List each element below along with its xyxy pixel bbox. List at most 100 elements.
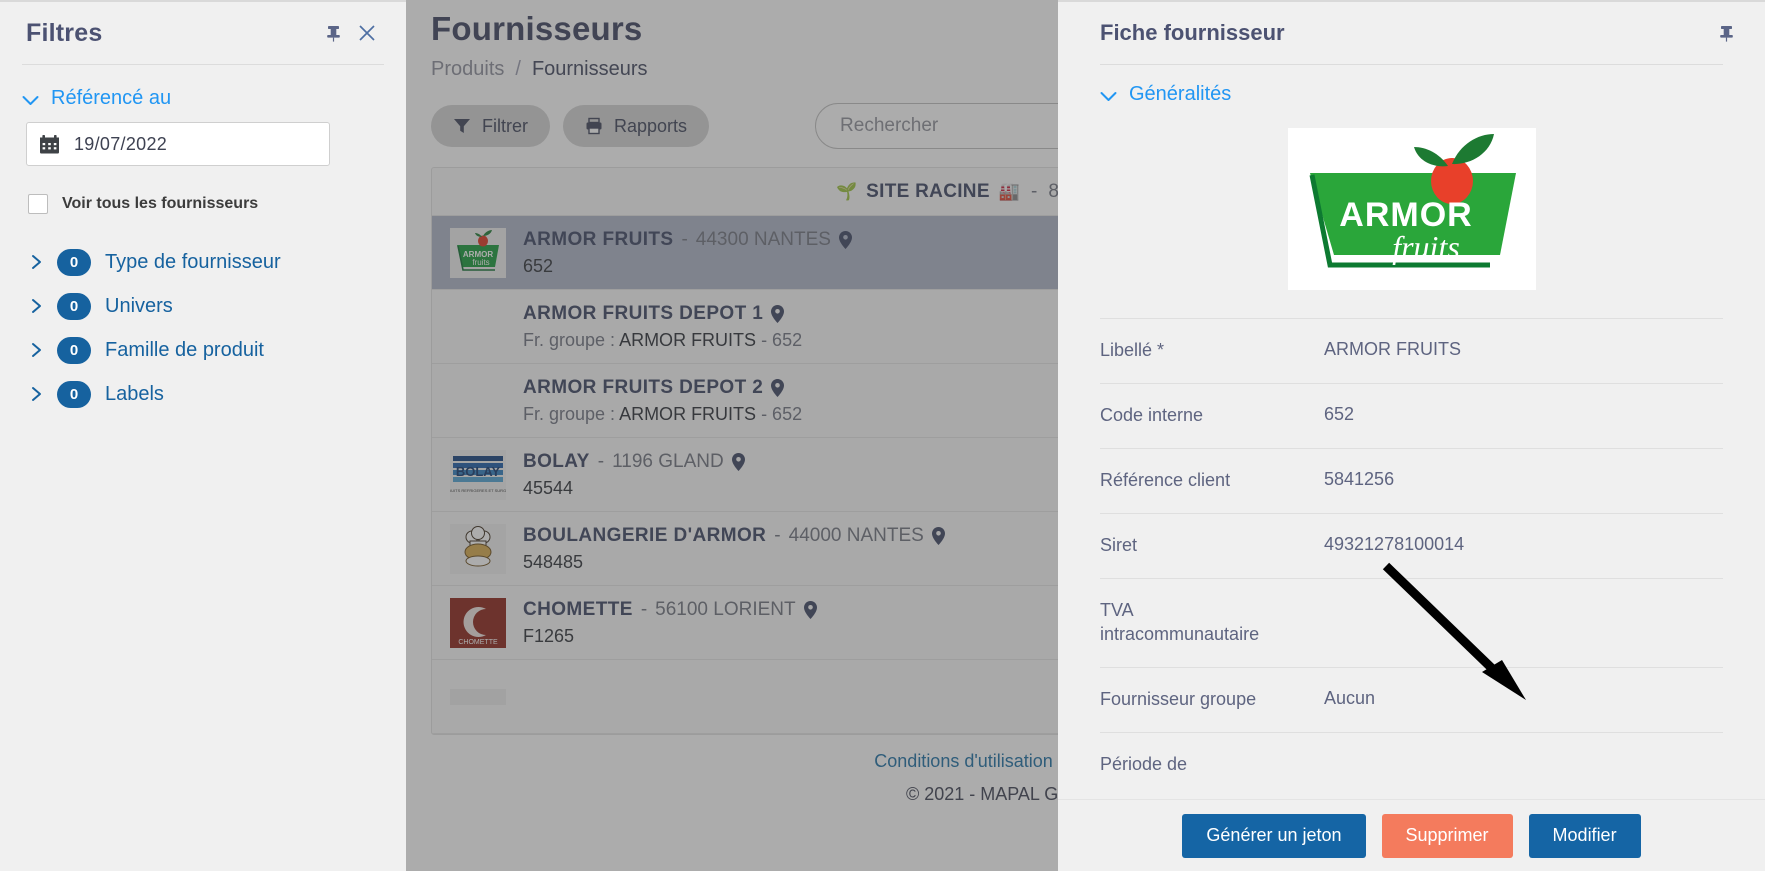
breadcrumb-parent[interactable]: Produits <box>431 58 504 81</box>
filters-panel-body: Référencé au 19/07/2022 Voir tous les fo… <box>0 65 406 416</box>
boulangerie-darmor-logo <box>450 523 506 574</box>
supplier-group-name: ARMOR FRUITS <box>619 403 757 424</box>
facet-label: Famille de produit <box>105 338 264 361</box>
close-icon[interactable] <box>350 16 384 50</box>
generalites-section-toggle[interactable]: Généralités <box>1100 83 1765 106</box>
svg-text:fruits: fruits <box>1392 229 1460 265</box>
bolay-logo: BOLAY PRODUITS REFRIGERES ET SURGELES <box>450 449 506 500</box>
field-tva-intracommunautaire: TVA intracommunautaire <box>1100 577 1723 667</box>
map-pin-icon[interactable] <box>731 452 745 471</box>
referenced-at-section-toggle[interactable]: Référencé au <box>22 81 384 120</box>
reports-button[interactable]: Rapports <box>563 105 710 147</box>
supplier-city: 1196 GLAND <box>612 450 724 472</box>
supplier-group-code: - 652 <box>756 403 803 424</box>
field-label: Libellé * <box>1100 340 1165 360</box>
see-all-suppliers-label: Voir tous les fournisseurs <box>62 195 259 212</box>
field-value: ARMOR FRUITS <box>1324 339 1461 359</box>
date-input[interactable]: 19/07/2022 <box>26 122 330 166</box>
field-value: Aucun <box>1324 687 1376 708</box>
see-all-suppliers-checkbox[interactable] <box>28 194 48 214</box>
funnel-icon <box>453 117 471 135</box>
delete-button[interactable]: Supprimer <box>1381 813 1513 858</box>
facet-famille-de-produit[interactable]: 0 Famille de produit <box>22 328 384 372</box>
field-label: Fournisseur groupe <box>1100 688 1257 709</box>
field-libelle: Libellé * ARMOR FRUITS <box>1100 318 1723 383</box>
supplier-group-name: ARMOR FRUITS <box>619 329 757 350</box>
field-reference-client: Référence client 5841256 <box>1100 447 1723 513</box>
map-pin-icon[interactable] <box>803 600 817 619</box>
map-pin-icon[interactable] <box>771 304 785 323</box>
supplier-code: 45544 <box>523 477 574 498</box>
field-code-interne: Code interne 652 <box>1100 382 1723 448</box>
field-label: Période de <box>1100 753 1188 774</box>
svg-text:CHOMETTE: CHOMETTE <box>458 639 498 646</box>
armor-fruits-logo: ARMOR fruits <box>1287 128 1536 290</box>
pin-icon[interactable] <box>316 16 350 50</box>
facet-type-de-fournisseur[interactable]: 0 Type de fournisseur <box>22 240 384 284</box>
see-all-suppliers-checkbox-row[interactable]: Voir tous les fournisseurs <box>28 194 384 214</box>
calendar-icon[interactable] <box>39 134 60 155</box>
generalites-label: Généralités <box>1129 83 1232 105</box>
supplier-logo-placeholder <box>450 376 506 426</box>
supplier-name: ARMOR FRUITS DEPOT 1 <box>523 302 764 324</box>
supplier-city: 56100 LORIENT <box>655 598 796 620</box>
map-pin-icon[interactable] <box>771 378 785 397</box>
supplier-city: 44300 NANTES <box>695 228 831 250</box>
supplier-name: BOLAY <box>523 450 590 472</box>
pin-icon[interactable] <box>1709 16 1743 50</box>
facet-list: 0 Type de fournisseur 0 Univers 0 Famill… <box>22 240 384 416</box>
detail-panel-header: Fiche fournisseur <box>1058 2 1765 64</box>
detail-panel-body: Généralités ARMOR fruits Libellé * ARMOR… <box>1058 65 1765 799</box>
detail-panel-title: Fiche fournisseur <box>1100 20 1285 45</box>
facet-label: Type de fournisseur <box>105 250 281 273</box>
facet-labels[interactable]: 0 Labels <box>22 372 384 416</box>
generate-token-button[interactable]: Générer un jeton <box>1182 813 1366 858</box>
field-label: TVA intracommunautaire <box>1100 599 1260 644</box>
facet-label: Univers <box>105 294 173 317</box>
armor-fruits-logo: ARMOR fruits <box>450 227 506 278</box>
supplier-group-code: - 652 <box>756 329 803 350</box>
breadcrumb-separator: / <box>515 58 521 80</box>
factory-icon: 🏭 <box>998 181 1020 201</box>
facet-count: 0 <box>57 248 91 276</box>
field-label: Code interne <box>1100 404 1204 425</box>
filters-panel-title: Filtres <box>26 18 103 47</box>
detail-fields: Libellé * ARMOR FRUITS Code interne 652 … <box>1100 318 1723 797</box>
filters-panel: Filtres Référencé au 19/07/2022 Voir tou… <box>0 0 406 871</box>
supplier-code: 652 <box>523 255 554 276</box>
filter-button[interactable]: Filtrer <box>431 105 550 147</box>
chevron-right-icon <box>24 386 50 402</box>
supplier-dash: - <box>597 450 605 472</box>
date-input-value: 19/07/2022 <box>74 133 168 154</box>
field-periode-de: Période de <box>1100 731 1723 797</box>
filters-panel-header: Filtres <box>0 2 406 64</box>
field-value: 652 <box>1324 403 1355 424</box>
detail-logo-wrap: ARMOR fruits <box>1058 128 1765 290</box>
chevron-right-icon <box>24 342 50 358</box>
facet-univers[interactable]: 0 Univers <box>22 284 384 328</box>
map-pin-icon[interactable] <box>931 526 945 545</box>
site-racine-dash: - <box>1030 180 1038 202</box>
site-racine-name: SITE RACINE <box>866 180 990 202</box>
svg-text:BOLAY: BOLAY <box>456 464 501 479</box>
chevron-right-icon <box>24 298 50 314</box>
detail-panel-actions: Générer un jeton Supprimer Modifier <box>1058 799 1765 871</box>
chomette-logo: CHOMETTE <box>450 597 506 648</box>
field-label: Référence client <box>1100 469 1231 490</box>
facet-count: 0 <box>57 292 91 320</box>
facet-label: Labels <box>105 382 164 405</box>
edit-button[interactable]: Modifier <box>1528 813 1641 858</box>
seedling-icon: 🌱 <box>835 181 858 201</box>
supplier-name: ARMOR FRUITS <box>523 228 674 250</box>
facet-count: 0 <box>57 336 91 364</box>
svg-text:PRODUITS REFRIGERES ET SURGELE: PRODUITS REFRIGERES ET SURGELES <box>450 488 506 493</box>
supplier-logo-placeholder <box>450 302 506 352</box>
terms-link[interactable]: Conditions d'utilisation <box>874 751 1053 771</box>
map-pin-icon[interactable] <box>838 230 852 249</box>
field-label: Siret <box>1100 534 1138 555</box>
referenced-at-label: Référencé au <box>51 87 172 109</box>
supplier-dash: - <box>774 524 781 546</box>
printer-icon <box>585 117 603 135</box>
supplier-name: ARMOR FRUITS DEPOT 2 <box>523 376 764 398</box>
supplier-code: F1265 <box>523 625 575 646</box>
